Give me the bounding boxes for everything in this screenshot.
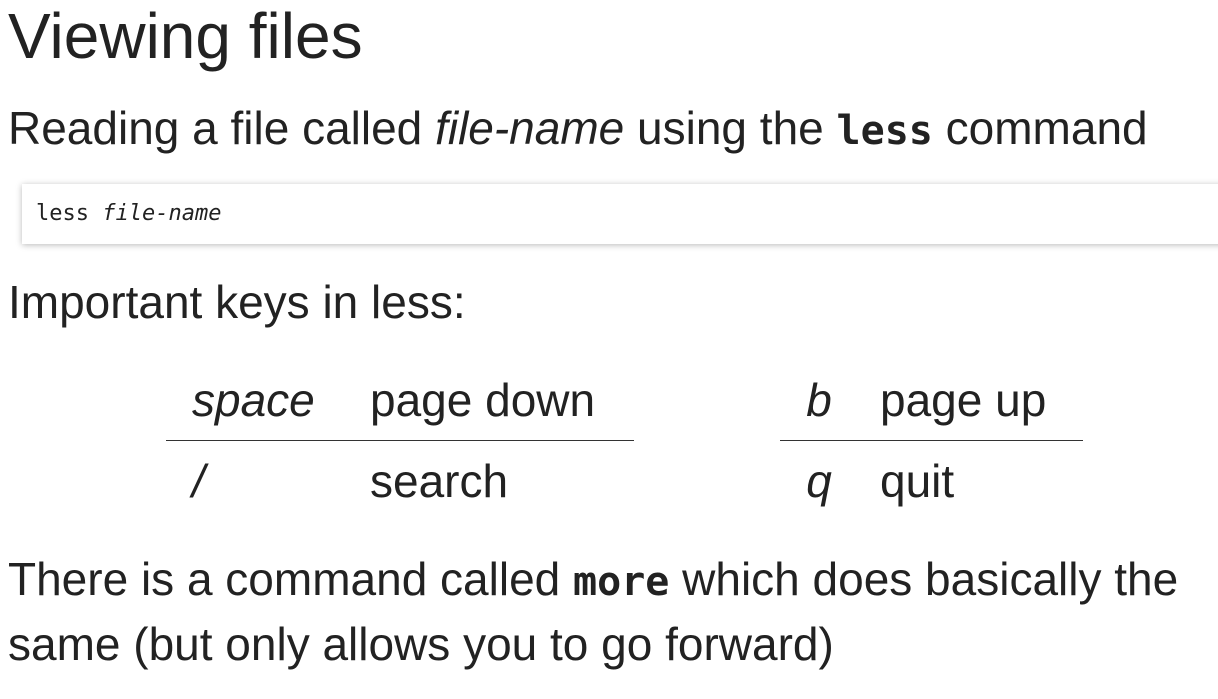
key-row: b page up [780, 360, 1083, 441]
key-row: / search [166, 441, 634, 522]
outro-command: more [573, 559, 670, 605]
keys-table-left: space page down / search [166, 360, 634, 521]
key-row: q quit [780, 441, 1083, 522]
intro-command: less [836, 108, 933, 154]
code-block: less file-name [22, 184, 1218, 244]
keys-table-right: b page up q quit [780, 360, 1083, 521]
intro-text-2: using the [624, 102, 837, 154]
key-action: page down [370, 360, 634, 441]
slide: Viewing files Reading a file called file… [0, 0, 1218, 699]
code-argument: file-name [102, 201, 222, 226]
key-row: space page down [166, 360, 634, 441]
intro-filename: file-name [435, 102, 625, 154]
key-action: quit [880, 455, 955, 507]
intro-paragraph: Reading a file called file-name using th… [8, 98, 1148, 161]
key-name: q [806, 455, 832, 507]
intro-text-3: command [932, 102, 1148, 154]
key-action: page up [856, 360, 1083, 441]
code-command: less [36, 201, 103, 226]
page-title: Viewing files [8, 0, 363, 72]
intro-text-1: Reading a file called [8, 102, 436, 154]
outro-paragraph: There is a command called more which doe… [8, 548, 1213, 675]
keys-heading: Important keys in less: [8, 276, 466, 328]
outro-text-1: There is a command called [8, 553, 574, 605]
key-action: search [370, 455, 509, 507]
key-name: b [780, 360, 856, 441]
key-name: / [192, 455, 205, 507]
key-name: space [166, 360, 370, 441]
